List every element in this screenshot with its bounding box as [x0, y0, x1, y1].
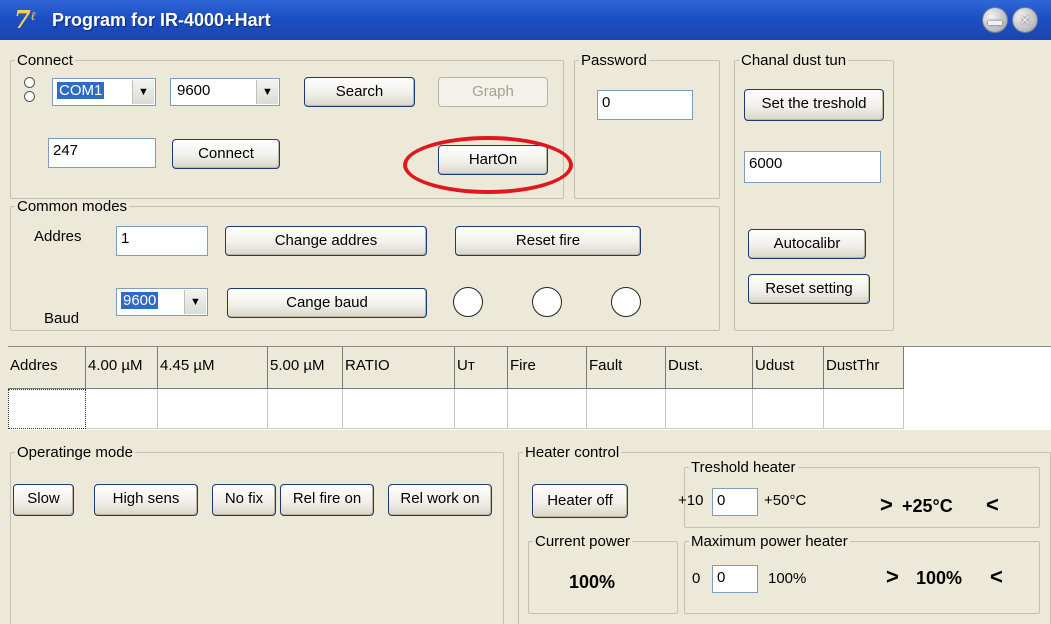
threshold-heater-legend: Treshold heater: [691, 459, 796, 476]
radio-option-2[interactable]: [24, 91, 35, 102]
reset-fire-button[interactable]: Reset fire: [455, 226, 641, 256]
addres-label: Addres: [34, 228, 82, 245]
threshold-display-left-arrow: >: [880, 492, 893, 517]
table-cell[interactable]: [268, 389, 343, 429]
threshold-display-right-arrow: <: [986, 492, 999, 517]
indicator-circle-3: [611, 287, 641, 317]
threshold-display-value: +25°C: [902, 496, 953, 516]
max-power-min: 0: [692, 570, 701, 587]
title-bar[interactable]: 7ℓ Program for IR-4000+Hart ▬ ✕: [0, 0, 1051, 40]
close-icon: ✕: [1019, 12, 1031, 28]
port-value: COM1: [57, 82, 105, 99]
column-header-addres[interactable]: Addres: [8, 347, 86, 389]
rel-fire-on-button[interactable]: Rel fire on: [280, 484, 374, 516]
table-cell[interactable]: [86, 389, 158, 429]
threshold-input[interactable]: 6000: [744, 151, 881, 183]
column-header-dustthr[interactable]: DustThr: [824, 347, 904, 389]
current-power-value: 100%: [569, 572, 616, 592]
max-power-display-value: 100%: [916, 568, 963, 588]
current-power-legend: Current power: [535, 533, 631, 550]
no-fix-button[interactable]: No fix: [212, 484, 276, 516]
table-cell[interactable]: [455, 389, 508, 429]
threshold-heater-input[interactable]: 0: [712, 488, 758, 516]
column-header-ratio[interactable]: RATIO: [343, 347, 455, 389]
column-header-500[interactable]: 5.00 µM: [268, 347, 343, 389]
connect-legend: Connect: [17, 52, 73, 69]
connect-baud-value: 9600: [177, 82, 211, 99]
set-threshold-button[interactable]: Set the treshold: [744, 89, 884, 121]
connect-button[interactable]: Connect: [172, 139, 280, 169]
chevron-down-icon[interactable]: ▼: [256, 80, 278, 104]
table-cell[interactable]: [508, 389, 587, 429]
column-header-dust[interactable]: Dust.: [666, 347, 753, 389]
highlight-ellipse: [403, 136, 573, 194]
operating-mode-group: Operatinge mode: [10, 445, 504, 624]
baud-select[interactable]: 9600 ▼: [116, 288, 208, 316]
search-button[interactable]: Search: [304, 77, 415, 107]
table-cell[interactable]: [753, 389, 824, 429]
main-window: 7ℓ Program for IR-4000+Hart ▬ ✕ Connect …: [0, 0, 1051, 624]
password-legend: Password: [581, 52, 647, 69]
threshold-heater-min: +10: [678, 492, 704, 509]
max-power-max: 100%: [768, 570, 807, 587]
baud-label: Baud: [44, 310, 80, 327]
password-input[interactable]: 0: [597, 90, 693, 120]
max-power-input[interactable]: 0: [712, 565, 758, 593]
chevron-down-icon[interactable]: ▼: [184, 290, 206, 314]
table-cell[interactable]: [666, 389, 753, 429]
addres-input[interactable]: 1: [116, 226, 208, 256]
table-cell[interactable]: [158, 389, 268, 429]
operating-mode-legend: Operatinge mode: [17, 444, 133, 461]
threshold-heater-max: +50°C: [764, 492, 807, 509]
chevron-down-icon[interactable]: ▼: [132, 80, 154, 104]
change-addres-button[interactable]: Change addres: [225, 226, 427, 256]
reset-setting-button[interactable]: Reset setting: [748, 274, 870, 304]
radio-option-1[interactable]: [24, 77, 35, 88]
client-area: Connect COM1 ▼ 9600 ▼ Search Graph 247 C…: [0, 40, 1051, 624]
column-header-udust[interactable]: Udust: [753, 347, 824, 389]
password-group: Password: [574, 53, 720, 199]
column-header-400[interactable]: 4.00 µM: [86, 347, 158, 389]
column-header-445[interactable]: 4.45 µM: [158, 347, 268, 389]
column-header-fire[interactable]: Fire: [508, 347, 587, 389]
rel-work-on-button[interactable]: Rel work on: [388, 484, 492, 516]
table-cell[interactable]: [587, 389, 666, 429]
connect-baud-select[interactable]: 9600 ▼: [170, 78, 280, 106]
column-header-ut[interactable]: Uт: [455, 347, 508, 389]
common-modes-legend: Common modes: [17, 198, 128, 215]
heater-control-legend: Heater control: [525, 444, 620, 461]
high-sens-button[interactable]: High sens: [94, 484, 198, 516]
port-select[interactable]: COM1 ▼: [52, 78, 156, 106]
maximum-power-legend: Maximum power heater: [691, 533, 848, 550]
close-button[interactable]: ✕: [1012, 7, 1038, 33]
indicator-circle-1: [453, 287, 483, 317]
window-title: Program for IR-4000+Hart: [52, 10, 271, 30]
max-power-display-right-arrow: <: [990, 564, 1003, 589]
data-table[interactable]: Addres 4.00 µM 4.45 µM 5.00 µM RATIO Uт …: [8, 346, 1051, 430]
graph-button[interactable]: Graph: [438, 77, 548, 107]
table-cell[interactable]: [8, 389, 86, 429]
minimize-icon: ▬: [988, 12, 1002, 28]
table-cell[interactable]: [343, 389, 455, 429]
max-power-display-left-arrow: >: [886, 564, 899, 589]
chanal-dust-legend: Chanal dust tun: [741, 52, 847, 69]
table-cell[interactable]: [824, 389, 904, 429]
heater-off-button[interactable]: Heater off: [532, 484, 628, 518]
column-header-fault[interactable]: Fault: [587, 347, 666, 389]
indicator-circle-2: [532, 287, 562, 317]
app-logo-icon: 7ℓ: [14, 5, 36, 34]
slow-button[interactable]: Slow: [13, 484, 74, 516]
minimize-button[interactable]: ▬: [982, 7, 1008, 33]
baud-value: 9600: [121, 292, 159, 309]
connect-address-input[interactable]: 247: [48, 138, 156, 168]
change-baud-button[interactable]: Cange baud: [227, 288, 427, 318]
autocalibr-button[interactable]: Autocalibr: [748, 229, 866, 259]
